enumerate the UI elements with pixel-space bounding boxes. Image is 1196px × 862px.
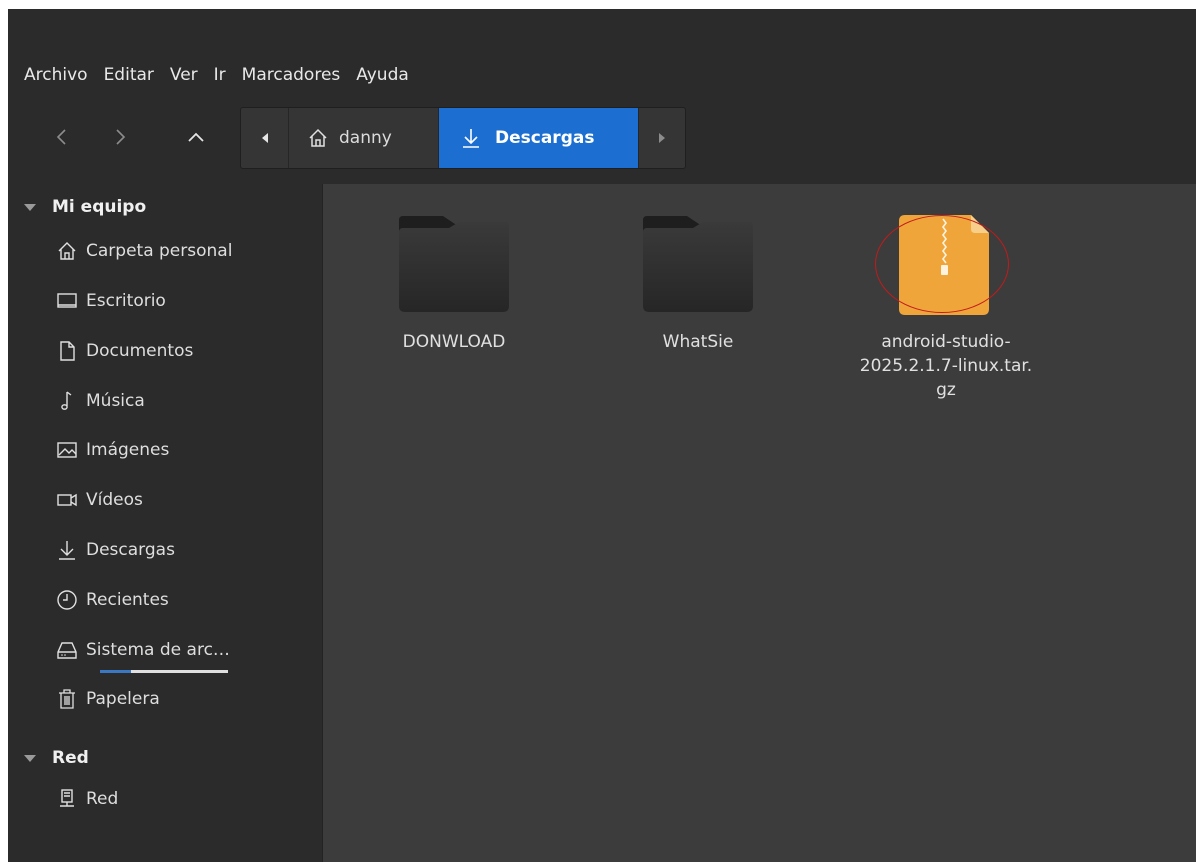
- sidebar-item-label: Descargas: [86, 540, 175, 560]
- file-view[interactable]: DONWLOAD WhatSie android-studio- 2025.2.…: [323, 184, 1196, 862]
- sidebar-item-label: Música: [86, 391, 145, 411]
- collapse-triangle-icon: [24, 754, 36, 762]
- file-name-line: android-studio-: [881, 332, 1011, 352]
- breadcrumb: danny Descargas: [240, 107, 686, 169]
- file-name-line: gz: [936, 380, 956, 400]
- download-icon: [59, 541, 75, 560]
- document-icon: [60, 341, 75, 361]
- sidebar-item-videos[interactable]: Vídeos: [56, 485, 143, 515]
- breadcrumb-scroll-left[interactable]: [241, 108, 289, 168]
- home-icon: [309, 128, 327, 147]
- file-name-line: 2025.2.1.7-linux.tar.: [859, 356, 1033, 376]
- file-name: android-studio- 2025.2.1.7-linux.tar. gz: [856, 330, 1036, 402]
- home-icon: [58, 242, 76, 260]
- up-button[interactable]: [176, 107, 216, 167]
- image-icon: [57, 442, 77, 458]
- sidebar-item-label: Papelera: [86, 689, 160, 709]
- sidebar-section-title: Red: [52, 748, 89, 768]
- menu-ir[interactable]: Ir: [214, 65, 226, 85]
- video-icon: [57, 493, 77, 507]
- menu-ver[interactable]: Ver: [170, 65, 198, 85]
- chevron-up-icon: [188, 132, 204, 142]
- file-manager-window: Archivo Editar Ver Ir Marcadores Ayuda d…: [8, 9, 1196, 862]
- breadcrumb-home[interactable]: danny: [289, 108, 439, 168]
- breadcrumb-current[interactable]: Descargas: [439, 108, 639, 168]
- menu-editar[interactable]: Editar: [104, 65, 154, 85]
- desktop-icon: [57, 293, 77, 308]
- sidebar-item-documentos[interactable]: Documentos: [56, 336, 193, 366]
- sidebar-item-recientes[interactable]: Recientes: [56, 585, 169, 615]
- menu-ayuda[interactable]: Ayuda: [356, 65, 409, 85]
- back-button[interactable]: [42, 107, 82, 167]
- sidebar: Mi equipo Carpeta personal Escritorio Do…: [8, 184, 322, 862]
- triangle-left-icon: [261, 133, 268, 143]
- sidebar-item-label: Carpeta personal: [86, 241, 233, 261]
- menu-marcadores[interactable]: Marcadores: [242, 65, 341, 85]
- sidebar-item-red[interactable]: Red: [56, 784, 118, 814]
- disk-usage-fill: [100, 670, 131, 673]
- disk-usage-bar: [100, 670, 228, 673]
- sidebar-item-carpeta-personal[interactable]: Carpeta personal: [56, 236, 232, 266]
- file-name: DONWLOAD: [402, 332, 506, 352]
- clock-icon: [57, 590, 77, 610]
- selection-highlight-ring: [875, 215, 1009, 313]
- network-icon: [60, 789, 74, 807]
- folder-icon: [643, 216, 753, 312]
- sidebar-item-sistema-de-archivos[interactable]: Sistema de arc…: [56, 635, 230, 665]
- sidebar-item-papelera[interactable]: Papelera: [56, 684, 160, 714]
- triangle-right-icon: [659, 133, 665, 143]
- sidebar-section-red[interactable]: Red: [24, 745, 89, 771]
- sidebar-item-label: Sistema de arc…: [86, 640, 230, 660]
- download-icon: [463, 129, 479, 148]
- folder-icon: [399, 216, 509, 312]
- trash-icon: [59, 689, 75, 709]
- sidebar-section-mi-equipo[interactable]: Mi equipo: [24, 194, 146, 220]
- toolbar: danny Descargas: [8, 107, 1196, 169]
- sidebar-section-title: Mi equipo: [52, 197, 147, 217]
- breadcrumb-scroll-right[interactable]: [639, 108, 685, 168]
- file-name: WhatSie: [662, 332, 734, 352]
- forward-button[interactable]: [100, 107, 140, 167]
- breadcrumb-home-label: danny: [339, 128, 392, 148]
- menu-archivo[interactable]: Archivo: [24, 65, 88, 85]
- sidebar-item-musica[interactable]: Música: [56, 386, 145, 416]
- breadcrumb-current-label: Descargas: [495, 128, 595, 148]
- collapse-triangle-icon: [24, 203, 36, 211]
- sidebar-item-label: Vídeos: [86, 490, 143, 510]
- sidebar-item-escritorio[interactable]: Escritorio: [56, 286, 166, 316]
- sidebar-item-label: Escritorio: [86, 291, 166, 311]
- sidebar-item-label: Red: [86, 789, 119, 809]
- menu-bar: Archivo Editar Ver Ir Marcadores Ayuda: [8, 61, 1196, 89]
- chevron-left-icon: [56, 129, 66, 145]
- sidebar-item-imagenes[interactable]: Imágenes: [56, 435, 169, 465]
- sidebar-item-label: Recientes: [86, 590, 169, 610]
- drive-icon: [57, 642, 77, 659]
- sidebar-item-descargas[interactable]: Descargas: [56, 535, 175, 565]
- chevron-right-icon: [116, 129, 126, 145]
- sidebar-item-label: Imágenes: [86, 440, 170, 460]
- music-icon: [61, 391, 72, 410]
- sidebar-item-label: Documentos: [86, 341, 194, 361]
